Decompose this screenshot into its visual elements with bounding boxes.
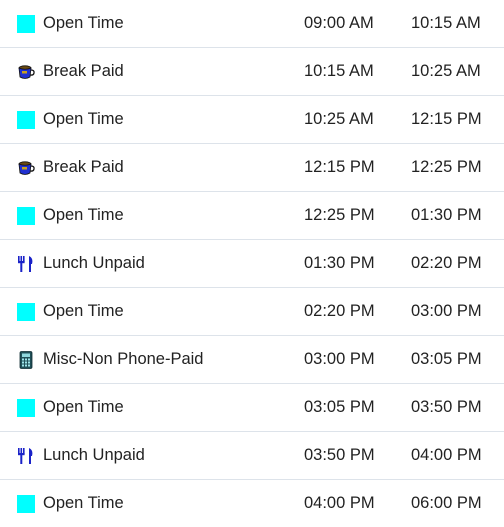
coffee-cup-icon (17, 63, 35, 81)
activity-name: Open Time (43, 206, 124, 224)
start-time: 09:00 AM (304, 14, 374, 32)
calculator-icon (17, 351, 35, 369)
schedule-row[interactable]: Open Time 09:00 AM 10:15 AM (0, 0, 504, 48)
start-time: 02:20 PM (304, 302, 375, 320)
end-time: 10:15 AM (411, 14, 481, 32)
end-time: 03:05 PM (411, 350, 482, 368)
start-time: 12:25 PM (304, 206, 375, 224)
start-time: 04:00 PM (304, 494, 375, 512)
activity-name: Open Time (43, 110, 124, 128)
open-time-icon (17, 495, 35, 513)
start-time: 10:15 AM (304, 62, 374, 80)
schedule-list: Open Time 09:00 AM 10:15 AM Break Paid 1… (0, 0, 504, 527)
end-time: 06:00 PM (411, 494, 482, 512)
open-time-icon (17, 15, 35, 33)
start-time: 03:50 PM (304, 446, 375, 464)
open-time-icon (17, 399, 35, 417)
activity-name: Open Time (43, 398, 124, 416)
activity-name: Open Time (43, 302, 124, 320)
activity-name: Misc-Non Phone-Paid (43, 350, 204, 368)
schedule-row[interactable]: Open Time 03:05 PM 03:50 PM (0, 384, 504, 432)
end-time: 03:00 PM (411, 302, 482, 320)
activity-name: Lunch Unpaid (43, 254, 145, 272)
schedule-row[interactable]: Break Paid 10:15 AM 10:25 AM (0, 48, 504, 96)
end-time: 02:20 PM (411, 254, 482, 272)
activity-name: Open Time (43, 494, 124, 512)
end-time: 01:30 PM (411, 206, 482, 224)
schedule-row[interactable]: Lunch Unpaid 03:50 PM 04:00 PM (0, 432, 504, 480)
end-time: 10:25 AM (411, 62, 481, 80)
coffee-cup-icon (17, 159, 35, 177)
end-time: 12:15 PM (411, 110, 482, 128)
fork-knife-icon (17, 447, 35, 465)
activity-name: Break Paid (43, 62, 124, 80)
end-time: 03:50 PM (411, 398, 482, 416)
activity-name: Lunch Unpaid (43, 446, 145, 464)
start-time: 10:25 AM (304, 110, 374, 128)
schedule-row[interactable]: Break Paid 12:15 PM 12:25 PM (0, 144, 504, 192)
schedule-row[interactable]: Open Time 12:25 PM 01:30 PM (0, 192, 504, 240)
schedule-row[interactable]: Misc-Non Phone-Paid 03:00 PM 03:05 PM (0, 336, 504, 384)
schedule-row[interactable]: Lunch Unpaid 01:30 PM 02:20 PM (0, 240, 504, 288)
open-time-icon (17, 303, 35, 321)
open-time-icon (17, 111, 35, 129)
activity-name: Open Time (43, 14, 124, 32)
end-time: 12:25 PM (411, 158, 482, 176)
schedule-row[interactable]: Open Time 02:20 PM 03:00 PM (0, 288, 504, 336)
start-time: 12:15 PM (304, 158, 375, 176)
fork-knife-icon (17, 255, 35, 273)
start-time: 03:05 PM (304, 398, 375, 416)
start-time: 01:30 PM (304, 254, 375, 272)
activity-name: Break Paid (43, 158, 124, 176)
schedule-row[interactable]: Open Time 04:00 PM 06:00 PM (0, 480, 504, 527)
start-time: 03:00 PM (304, 350, 375, 368)
open-time-icon (17, 207, 35, 225)
schedule-row[interactable]: Open Time 10:25 AM 12:15 PM (0, 96, 504, 144)
end-time: 04:00 PM (411, 446, 482, 464)
